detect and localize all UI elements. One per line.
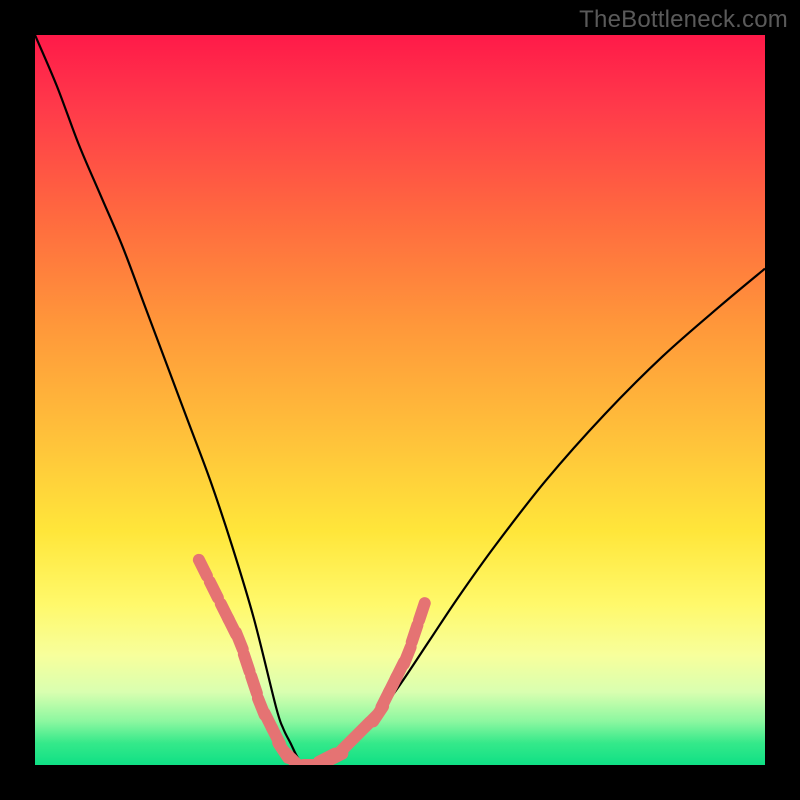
curve-marker [404,647,411,664]
plot-area [35,35,765,765]
app-frame: TheBottleneck.com [0,0,800,800]
curve-svg [35,35,765,765]
curve-group [35,35,765,765]
curve-marker [210,582,218,598]
curve-marker [419,603,425,620]
curve-marker [412,625,418,642]
curve-marker [199,560,207,576]
curve-marker [251,676,257,693]
curve-marker [244,654,250,671]
watermark-text: TheBottleneck.com [579,6,788,34]
bottleneck-curve-path [35,35,765,765]
curve-marker [236,633,243,650]
marker-group [199,560,425,765]
